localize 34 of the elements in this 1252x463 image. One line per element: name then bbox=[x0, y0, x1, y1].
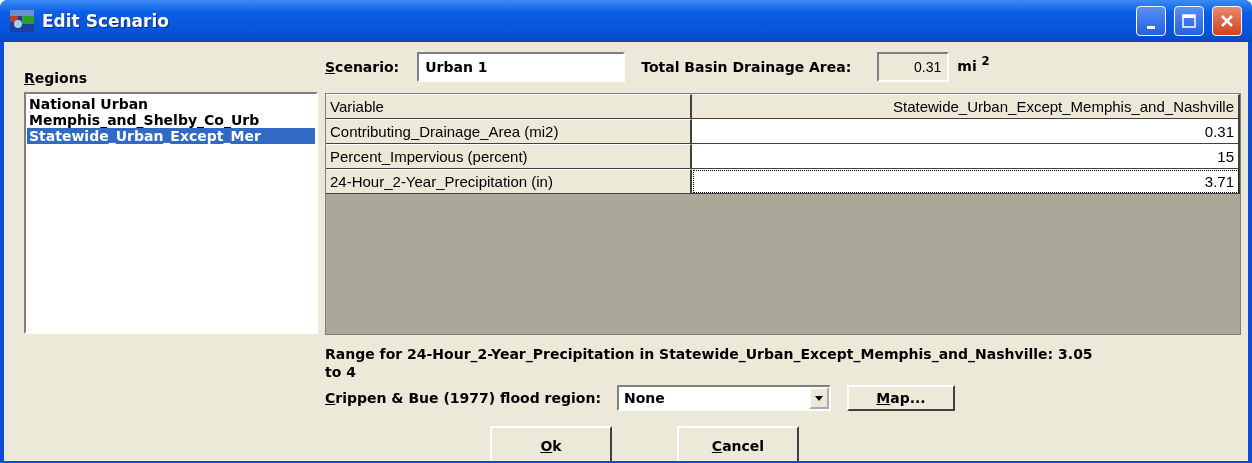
app-icon bbox=[10, 10, 34, 32]
flood-region-dropdown[interactable]: None bbox=[617, 385, 831, 411]
row-header: 24-Hour_2-Year_Precipitation (in) bbox=[326, 169, 692, 194]
column-header: Variable bbox=[326, 94, 692, 119]
row-header: Percent_Impervious (percent) bbox=[326, 144, 692, 169]
dropdown-button[interactable] bbox=[809, 387, 829, 409]
value-cell[interactable]: 3.71 bbox=[692, 169, 1240, 194]
map-button[interactable]: Map... bbox=[847, 385, 955, 411]
value-cell[interactable]: 15 bbox=[692, 144, 1240, 169]
drainage-area-label: Total Basin Drainage Area: bbox=[641, 59, 852, 75]
value-cell[interactable]: 0.31 bbox=[692, 119, 1240, 144]
regions-list[interactable]: National Urban Memphis_and_Shelby_Co_Urb Statewide_Urban_Except_Mer bbox=[24, 92, 318, 334]
region-item[interactable]: National Urban bbox=[27, 96, 315, 112]
window-title: Edit Scenario bbox=[42, 11, 170, 31]
column-header: Statewide_Urban_Except_Memphis_and_Nashville bbox=[692, 94, 1240, 119]
minimize-button[interactable] bbox=[1136, 6, 1166, 36]
minimize-icon bbox=[1147, 25, 1155, 29]
caret-icon bbox=[815, 395, 823, 401]
range-text: Range for 24-Hour_2-Year_Precipitation in Statewide_Urban_Except_Memphis_and_Nashville: 3.05 to 4 bbox=[325, 345, 1094, 381]
flood-region-label: Crippen & Bue (1977) flood region: bbox=[325, 390, 601, 406]
maximize-button[interactable] bbox=[1174, 6, 1204, 36]
close-button[interactable] bbox=[1212, 6, 1242, 36]
ok-button[interactable]: Ok bbox=[490, 426, 612, 461]
close-icon bbox=[1219, 13, 1235, 29]
maximize-icon bbox=[1181, 13, 1197, 29]
cancel-button[interactable]: Cancel bbox=[677, 426, 799, 461]
regions-label: Regions bbox=[24, 70, 88, 86]
unit-label: mi $^{2}$ bbox=[957, 54, 990, 74]
region-item[interactable]: Memphis_and_Shelby_Co_Urb bbox=[27, 112, 315, 128]
scenario-field[interactable]: Urban 1 bbox=[417, 52, 626, 82]
scenario-label: Scenario: bbox=[325, 59, 400, 75]
row-header: Contributing_Drainage_Area (mi2) bbox=[326, 119, 692, 144]
region-item[interactable]: Statewide_Urban_Except_Mer bbox=[27, 128, 315, 144]
drainage-area-field[interactable]: 0.31 bbox=[877, 52, 950, 82]
